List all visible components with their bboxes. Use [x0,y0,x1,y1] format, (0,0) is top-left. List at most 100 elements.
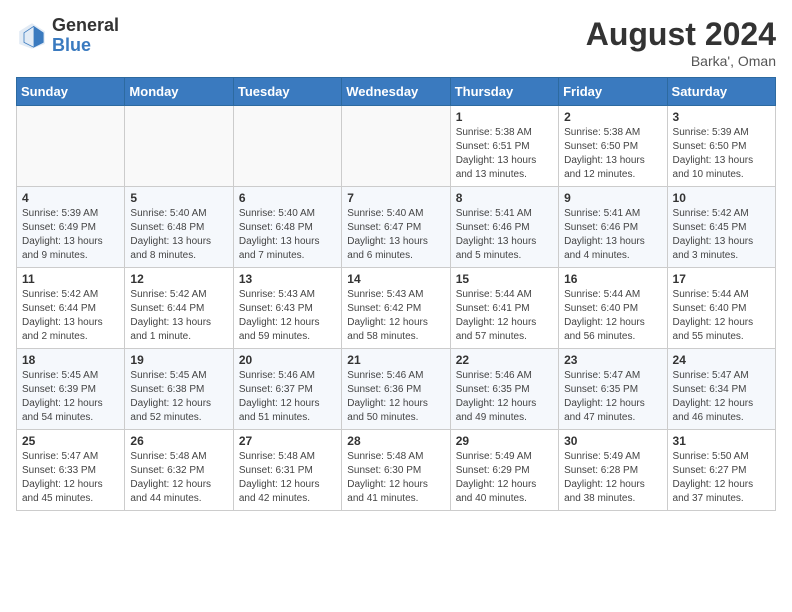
calendar-cell: 3 Sunrise: 5:39 AM Sunset: 6:50 PM Daylig… [667,106,775,187]
day-info: Sunrise: 5:42 AM Sunset: 6:45 PM Dayligh… [673,207,770,263]
calendar-cell: 10Sunrise: 5:42 AM Sunset: 6:45 PM Dayli… [667,187,775,268]
header-friday: Friday [559,78,667,106]
day-info: Sunrise: 5:47 AM Sunset: 6:34 PM Dayligh… [673,369,770,425]
calendar-cell: 26 Sunrise: 5:48 AM Sunset: 6:32 PM Dayli… [125,430,233,511]
day-info: Sunrise: 5:47 AM Sunset: 6:35 PM Dayligh… [564,369,661,425]
calendar-week-2: 4 Sunrise: 5:39 AM Sunset: 6:49 PM Daylig… [17,187,776,268]
calendar-cell: 16 Sunrise: 5:44 AM Sunset: 6:40 PM Dayli… [559,268,667,349]
calendar-cell: 29Sunrise: 5:49 AM Sunset: 6:29 PM Dayli… [450,430,558,511]
day-number: 7 [347,191,444,205]
day-number: 15 [456,272,553,286]
calendar-cell: 28 Sunrise: 5:48 AM Sunset: 6:30 PM Dayli… [342,430,450,511]
calendar-table: SundayMondayTuesdayWednesdayThursdayFrid… [16,77,776,511]
day-number: 19 [130,353,227,367]
day-info: Sunrise: 5:39 AM Sunset: 6:50 PM Dayligh… [673,126,770,182]
calendar-cell: 2Sunrise: 5:38 AM Sunset: 6:50 PM Daylig… [559,106,667,187]
day-number: 4 [22,191,119,205]
calendar-cell: 18 Sunrise: 5:45 AM Sunset: 6:39 PM Dayli… [17,349,125,430]
day-info: Sunrise: 5:48 AM Sunset: 6:30 PM Dayligh… [347,450,444,506]
calendar-cell: 31 Sunrise: 5:50 AM Sunset: 6:27 PM Dayli… [667,430,775,511]
calendar-cell [342,106,450,187]
day-info: Sunrise: 5:40 AM Sunset: 6:47 PM Dayligh… [347,207,444,263]
calendar-week-5: 25Sunrise: 5:47 AM Sunset: 6:33 PM Dayli… [17,430,776,511]
day-number: 6 [239,191,336,205]
day-number: 2 [564,110,661,124]
day-info: Sunrise: 5:44 AM Sunset: 6:40 PM Dayligh… [564,288,661,344]
month-year-title: August 2024 [586,16,776,53]
logo: General Blue [16,16,119,56]
calendar-cell: 22 Sunrise: 5:46 AM Sunset: 6:35 PM Dayli… [450,349,558,430]
calendar-cell: 20 Sunrise: 5:46 AM Sunset: 6:37 PM Dayli… [233,349,341,430]
calendar-cell [17,106,125,187]
calendar-cell: 1 Sunrise: 5:38 AM Sunset: 6:51 PM Daylig… [450,106,558,187]
day-number: 28 [347,434,444,448]
calendar-cell: 24 Sunrise: 5:47 AM Sunset: 6:34 PM Dayli… [667,349,775,430]
day-info: Sunrise: 5:41 AM Sunset: 6:46 PM Dayligh… [564,207,661,263]
day-number: 13 [239,272,336,286]
calendar-week-4: 18 Sunrise: 5:45 AM Sunset: 6:39 PM Dayli… [17,349,776,430]
calendar-cell: 21Sunrise: 5:46 AM Sunset: 6:36 PM Dayli… [342,349,450,430]
calendar-cell: 8Sunrise: 5:41 AM Sunset: 6:46 PM Daylig… [450,187,558,268]
logo-icon [16,20,48,52]
calendar-cell: 27Sunrise: 5:48 AM Sunset: 6:31 PM Dayli… [233,430,341,511]
day-info: Sunrise: 5:43 AM Sunset: 6:43 PM Dayligh… [239,288,336,344]
day-number: 18 [22,353,119,367]
day-number: 14 [347,272,444,286]
day-number: 22 [456,353,553,367]
logo-blue: Blue [52,36,119,56]
day-number: 3 [673,110,770,124]
day-info: Sunrise: 5:39 AM Sunset: 6:49 PM Dayligh… [22,207,119,263]
calendar-cell: 13 Sunrise: 5:43 AM Sunset: 6:43 PM Dayli… [233,268,341,349]
day-info: Sunrise: 5:41 AM Sunset: 6:46 PM Dayligh… [456,207,553,263]
calendar-cell: 5 Sunrise: 5:40 AM Sunset: 6:48 PM Daylig… [125,187,233,268]
calendar-cell [125,106,233,187]
calendar-cell: 25Sunrise: 5:47 AM Sunset: 6:33 PM Dayli… [17,430,125,511]
day-info: Sunrise: 5:40 AM Sunset: 6:48 PM Dayligh… [239,207,336,263]
day-number: 12 [130,272,227,286]
logo-text: General Blue [52,16,119,56]
day-number: 31 [673,434,770,448]
day-info: Sunrise: 5:43 AM Sunset: 6:42 PM Dayligh… [347,288,444,344]
day-info: Sunrise: 5:44 AM Sunset: 6:41 PM Dayligh… [456,288,553,344]
day-number: 26 [130,434,227,448]
day-number: 29 [456,434,553,448]
calendar-cell: 14 Sunrise: 5:43 AM Sunset: 6:42 PM Dayli… [342,268,450,349]
day-number: 5 [130,191,227,205]
day-info: Sunrise: 5:50 AM Sunset: 6:27 PM Dayligh… [673,450,770,506]
day-number: 24 [673,353,770,367]
calendar-cell: 30 Sunrise: 5:49 AM Sunset: 6:28 PM Dayli… [559,430,667,511]
day-number: 16 [564,272,661,286]
calendar-cell: 19 Sunrise: 5:45 AM Sunset: 6:38 PM Dayli… [125,349,233,430]
header-thursday: Thursday [450,78,558,106]
day-info: Sunrise: 5:46 AM Sunset: 6:37 PM Dayligh… [239,369,336,425]
calendar-cell: 4 Sunrise: 5:39 AM Sunset: 6:49 PM Daylig… [17,187,125,268]
calendar-cell: 15 Sunrise: 5:44 AM Sunset: 6:41 PM Dayli… [450,268,558,349]
day-info: Sunrise: 5:49 AM Sunset: 6:28 PM Dayligh… [564,450,661,506]
day-number: 1 [456,110,553,124]
day-info: Sunrise: 5:48 AM Sunset: 6:32 PM Dayligh… [130,450,227,506]
page-header: General Blue August 2024 Barka', Oman [16,16,776,69]
day-number: 17 [673,272,770,286]
day-number: 20 [239,353,336,367]
calendar-header-row: SundayMondayTuesdayWednesdayThursdayFrid… [17,78,776,106]
logo-general: General [52,16,119,36]
day-info: Sunrise: 5:46 AM Sunset: 6:35 PM Dayligh… [456,369,553,425]
day-info: Sunrise: 5:45 AM Sunset: 6:38 PM Dayligh… [130,369,227,425]
day-number: 25 [22,434,119,448]
day-info: Sunrise: 5:45 AM Sunset: 6:39 PM Dayligh… [22,369,119,425]
header-wednesday: Wednesday [342,78,450,106]
header-tuesday: Tuesday [233,78,341,106]
day-info: Sunrise: 5:46 AM Sunset: 6:36 PM Dayligh… [347,369,444,425]
day-info: Sunrise: 5:40 AM Sunset: 6:48 PM Dayligh… [130,207,227,263]
header-sunday: Sunday [17,78,125,106]
location-subtitle: Barka', Oman [586,53,776,69]
day-info: Sunrise: 5:38 AM Sunset: 6:51 PM Dayligh… [456,126,553,182]
calendar-cell: 7 Sunrise: 5:40 AM Sunset: 6:47 PM Daylig… [342,187,450,268]
calendar-week-3: 11Sunrise: 5:42 AM Sunset: 6:44 PM Dayli… [17,268,776,349]
day-info: Sunrise: 5:42 AM Sunset: 6:44 PM Dayligh… [22,288,119,344]
calendar-cell [233,106,341,187]
calendar-cell: 6 Sunrise: 5:40 AM Sunset: 6:48 PM Daylig… [233,187,341,268]
calendar-cell: 23Sunrise: 5:47 AM Sunset: 6:35 PM Dayli… [559,349,667,430]
day-number: 30 [564,434,661,448]
header-monday: Monday [125,78,233,106]
